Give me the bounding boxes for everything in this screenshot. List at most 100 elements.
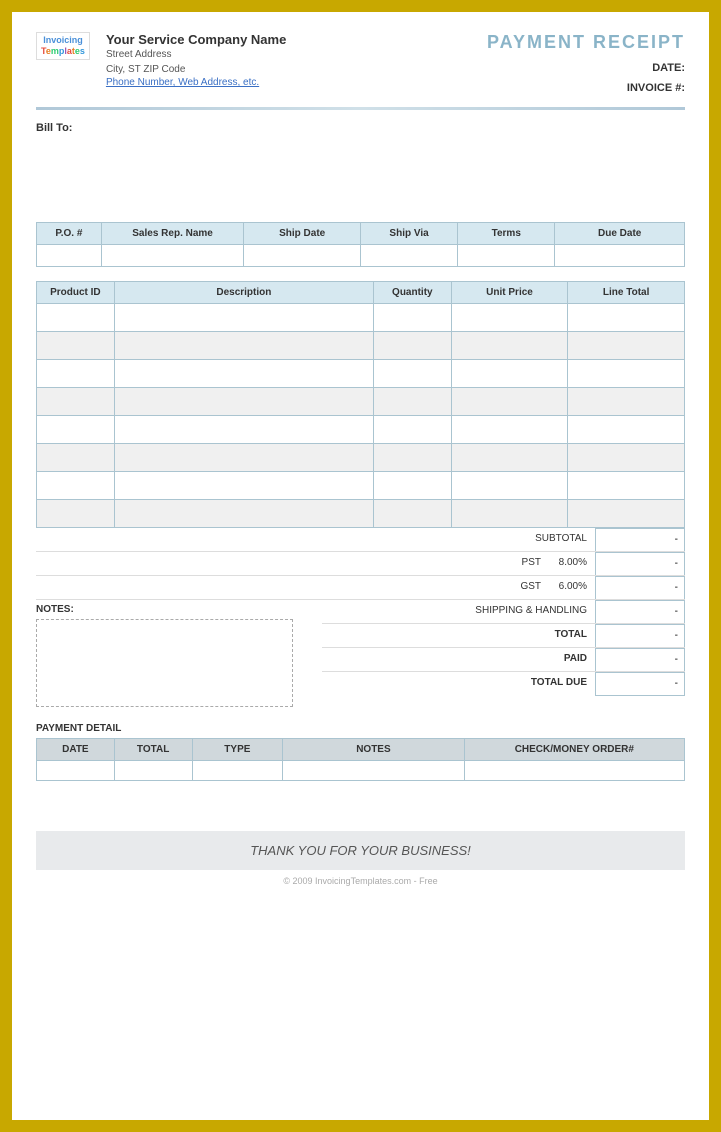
- ptype-1: [192, 760, 283, 780]
- order-shipvia-cell: [360, 244, 457, 266]
- ltotal-1: [568, 303, 685, 331]
- payment-detail-section: PAYMENT DETAIL DATE TOTAL TYPE NOTES CHE…: [36, 723, 685, 781]
- products-table: Product ID Description Quantity Unit Pri…: [36, 281, 685, 528]
- ptotal-1: [114, 760, 192, 780]
- shipping-total-container: SHIPPING & HANDLING - TOTAL - PAID -: [322, 600, 685, 696]
- desc-1: [114, 303, 373, 331]
- uprice-1: [451, 303, 568, 331]
- pst-row: PST 8.00% -: [36, 552, 685, 576]
- subtotal-label: SUBTOTAL: [435, 528, 595, 551]
- pid-6: [37, 443, 115, 471]
- pst-value: -: [595, 552, 685, 575]
- pid-4: [37, 387, 115, 415]
- qty-4: [373, 387, 451, 415]
- total-due-label: TOTAL DUE: [531, 672, 595, 696]
- qty-8: [373, 499, 451, 527]
- qty-2: [373, 331, 451, 359]
- payment-col-check: CHECK/MONEY ORDER#: [464, 738, 684, 760]
- notes-container: NOTES:: [36, 600, 322, 707]
- uprice-5: [451, 415, 568, 443]
- shipping-value: -: [595, 600, 685, 623]
- logo-templates: Templates: [41, 46, 85, 57]
- pid-7: [37, 471, 115, 499]
- company-info: Your Service Company Name Street Address…: [106, 32, 286, 88]
- pid-1: [37, 303, 115, 331]
- logo-invoicing: Invoicing: [41, 35, 85, 46]
- order-data-row: [37, 244, 685, 266]
- product-row: [37, 359, 685, 387]
- desc-3: [114, 359, 373, 387]
- date-row: DATE:: [487, 59, 685, 79]
- uprice-7: [451, 471, 568, 499]
- pcheck-1: [464, 760, 684, 780]
- gst-row: GST 6.00% -: [36, 576, 685, 600]
- notes-label: NOTES:: [36, 600, 322, 615]
- product-row: [37, 331, 685, 359]
- pdate-1: [37, 760, 115, 780]
- ltotal-2: [568, 331, 685, 359]
- uprice-2: [451, 331, 568, 359]
- product-row: [37, 499, 685, 527]
- total-due-row: TOTAL DUE -: [322, 672, 685, 696]
- order-col-sales: Sales Rep. Name: [101, 222, 244, 244]
- shipping-label: SHIPPING & HANDLING: [475, 600, 595, 623]
- col-description: Description: [114, 281, 373, 303]
- totals-notes-wrapper: SUBTOTAL - PST 8.00% - GST 6.00% -: [36, 528, 685, 707]
- order-po-cell: [37, 244, 102, 266]
- total-value: -: [595, 624, 685, 647]
- shipping-notes-row: NOTES: SHIPPING & HANDLING - TOTAL -: [36, 600, 685, 707]
- qty-6: [373, 443, 451, 471]
- ltotal-5: [568, 415, 685, 443]
- ltotal-8: [568, 499, 685, 527]
- subtotal-value: -: [595, 528, 685, 551]
- header-divider: [36, 107, 685, 110]
- qty-5: [373, 415, 451, 443]
- logo-section: Invoicing Templates Your Service Company…: [36, 32, 286, 88]
- pid-5: [37, 415, 115, 443]
- total-due-value: -: [595, 672, 685, 696]
- payment-col-date: DATE: [37, 738, 115, 760]
- payment-detail-label: PAYMENT DETAIL: [36, 723, 685, 734]
- pid-3: [37, 359, 115, 387]
- products-header-row: Product ID Description Quantity Unit Pri…: [37, 281, 685, 303]
- desc-8: [114, 499, 373, 527]
- page-wrapper: Invoicing Templates Your Service Company…: [0, 0, 721, 1132]
- order-shipdate-cell: [244, 244, 361, 266]
- subtotal-row: SUBTOTAL -: [36, 528, 685, 552]
- payment-header-row: DATE TOTAL TYPE NOTES CHECK/MONEY ORDER#: [37, 738, 685, 760]
- order-terms-cell: [458, 244, 555, 266]
- order-col-po: P.O. #: [37, 222, 102, 244]
- desc-2: [114, 331, 373, 359]
- desc-4: [114, 387, 373, 415]
- col-product-id: Product ID: [37, 281, 115, 303]
- invoice-row: INVOICE #:: [487, 79, 685, 99]
- date-label: DATE:: [652, 62, 685, 74]
- col-quantity: Quantity: [373, 281, 451, 303]
- order-header-row: P.O. # Sales Rep. Name Ship Date Ship Vi…: [37, 222, 685, 244]
- payment-col-total: TOTAL: [114, 738, 192, 760]
- product-row: [37, 387, 685, 415]
- paid-value: -: [595, 648, 685, 671]
- uprice-8: [451, 499, 568, 527]
- desc-6: [114, 443, 373, 471]
- uprice-4: [451, 387, 568, 415]
- pnotes-1: [283, 760, 464, 780]
- col-line-total: Line Total: [568, 281, 685, 303]
- payment-col-type: TYPE: [192, 738, 283, 760]
- payment-col-notes: NOTES: [283, 738, 464, 760]
- invoice-label: INVOICE #:: [627, 82, 685, 94]
- header-right: PAYMENT RECEIPT DATE: INVOICE #:: [487, 32, 685, 99]
- order-col-terms: Terms: [458, 222, 555, 244]
- footer-copyright: © 2009 InvoicingTemplates.com - Free: [36, 876, 685, 886]
- thank-you-text: THANK YOU FOR YOUR BUSINESS!: [250, 843, 471, 858]
- company-street: Street Address: [106, 47, 286, 62]
- notes-box: [36, 619, 293, 707]
- gst-label: GST: [520, 576, 545, 599]
- order-col-duedate: Due Date: [555, 222, 685, 244]
- header: Invoicing Templates Your Service Company…: [36, 32, 685, 99]
- uprice-6: [451, 443, 568, 471]
- desc-5: [114, 415, 373, 443]
- receipt-title: PAYMENT RECEIPT: [487, 32, 685, 53]
- order-sales-cell: [101, 244, 244, 266]
- ltotal-6: [568, 443, 685, 471]
